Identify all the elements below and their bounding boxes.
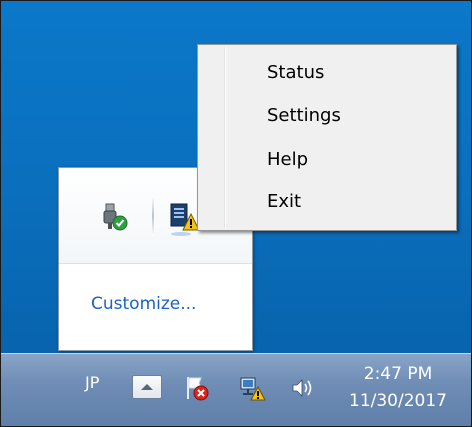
- flyout-icon-divider: [152, 196, 154, 236]
- action-center-error-icon[interactable]: [184, 374, 210, 402]
- language-indicator[interactable]: JP: [85, 373, 99, 392]
- desktop: Customize... Status Settings Help Exit J…: [0, 0, 472, 427]
- menu-item-status[interactable]: Status: [200, 53, 454, 93]
- menu-item-label: Status: [267, 62, 325, 83]
- menu-item-help[interactable]: Help: [200, 140, 454, 180]
- network-warning-icon[interactable]: [238, 374, 266, 402]
- clock-time: 2:47 PM: [363, 364, 433, 384]
- menu-item-label: Help: [267, 149, 309, 170]
- menu-item-settings[interactable]: Settings: [200, 96, 454, 136]
- customize-link[interactable]: Customize...: [91, 294, 196, 314]
- volume-icon[interactable]: [290, 376, 316, 400]
- tray-context-menu: Status Settings Help Exit: [197, 44, 457, 231]
- menu-item-label: Settings: [267, 105, 341, 126]
- show-hidden-icons-button[interactable]: [132, 375, 162, 399]
- menu-item-label: Exit: [267, 191, 302, 212]
- taskbar: JP 2:47 PM 11/30/2017: [1, 353, 471, 426]
- chevron-up-icon: [141, 384, 153, 390]
- clock[interactable]: 2:47 PM 11/30/2017: [333, 362, 463, 411]
- menu-item-exit[interactable]: Exit: [200, 182, 454, 222]
- flyout-separator: [59, 263, 252, 264]
- clock-date: 11/30/2017: [349, 391, 447, 411]
- app-warning-icon[interactable]: [167, 202, 200, 236]
- usb-safe-remove-icon[interactable]: [99, 202, 131, 234]
